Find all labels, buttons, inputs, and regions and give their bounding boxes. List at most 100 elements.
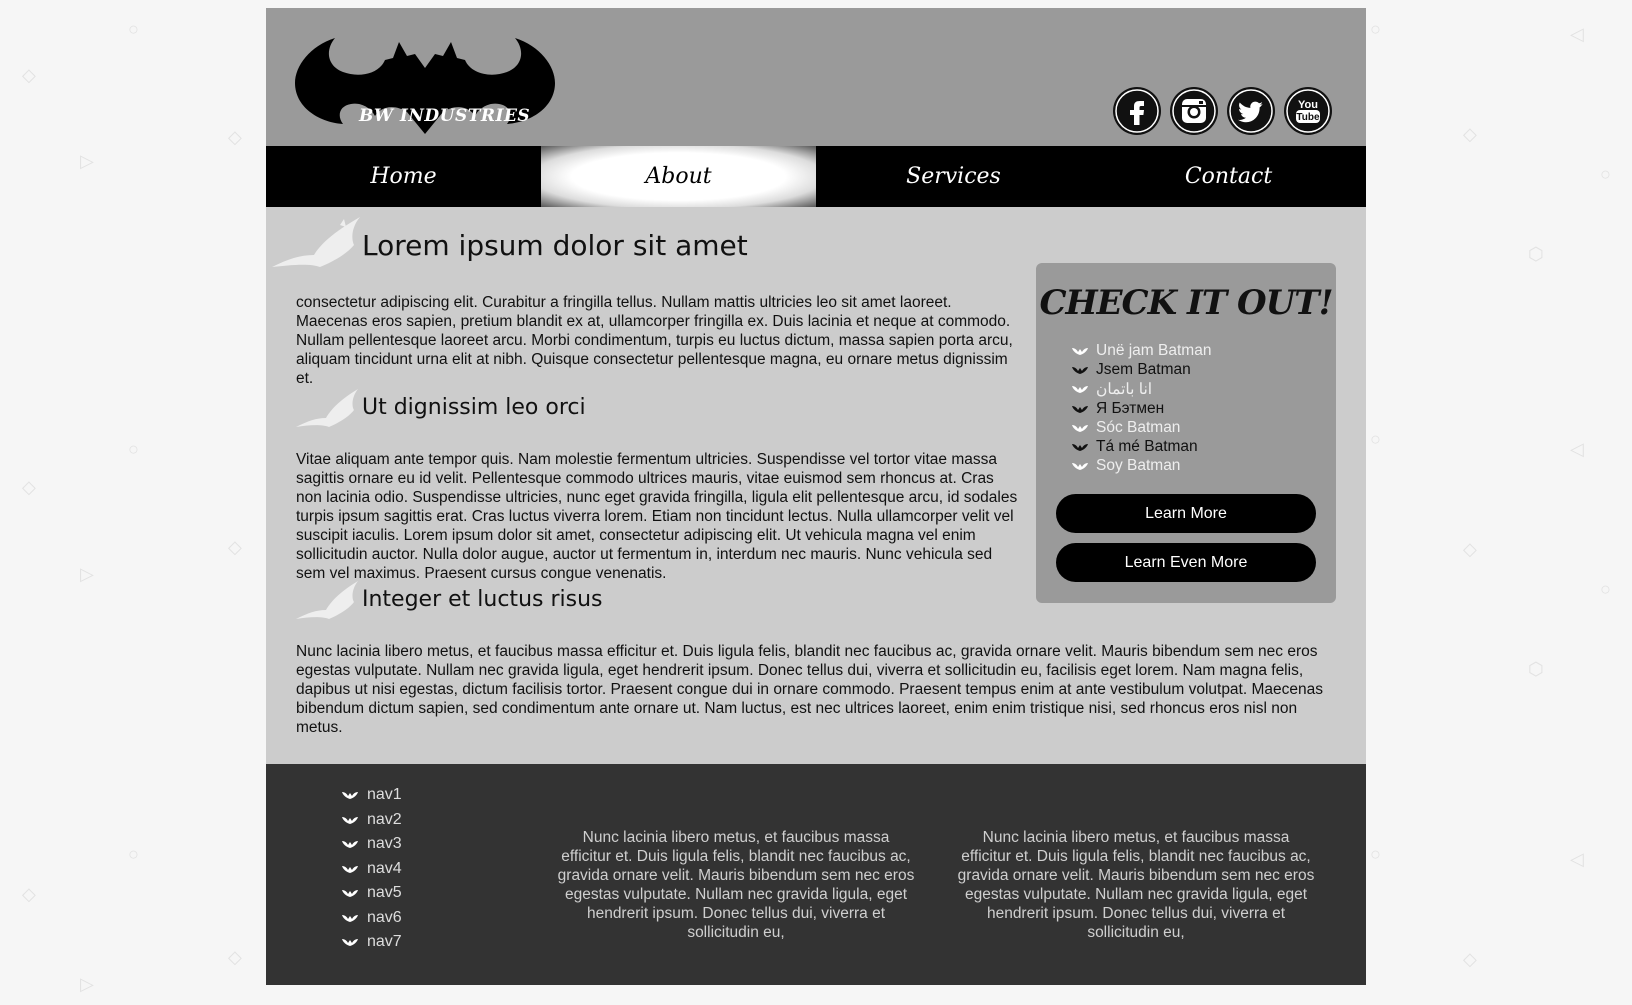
circle-shape: ○ xyxy=(1370,844,1381,864)
list-item: Sóc Batman xyxy=(1072,418,1211,437)
main-content: Lorem ipsum dolor sit amet consectetur a… xyxy=(266,207,1366,763)
bat-bullet-icon xyxy=(1072,405,1088,413)
footer-nav-item[interactable]: nav7 xyxy=(342,930,402,955)
bat-bullet-icon xyxy=(342,816,358,824)
circle-shape: ○ xyxy=(128,19,139,39)
bat-bullet-icon xyxy=(1072,347,1088,355)
nav-home[interactable]: Home xyxy=(266,146,541,207)
circle-shape: ○ xyxy=(1370,19,1381,39)
bat-bullet-icon xyxy=(342,792,358,800)
footer-nav-label: nav3 xyxy=(367,835,402,853)
diamond-shape: ◇ xyxy=(22,884,36,904)
triangle-shape: ▷ xyxy=(80,974,94,994)
footer-nav-item[interactable]: nav2 xyxy=(342,808,402,833)
bat-bullet-icon xyxy=(296,389,358,427)
footer-nav-label: nav5 xyxy=(367,884,402,902)
circle-shape: ○ xyxy=(128,439,139,459)
bat-bullet-icon xyxy=(272,217,360,267)
youtube-label-bottom: Tube xyxy=(1296,112,1320,123)
twitter-icon[interactable] xyxy=(1227,87,1275,135)
instagram-icon[interactable] xyxy=(1170,87,1218,135)
bat-bullet-icon xyxy=(1072,424,1088,432)
footer-text-right: Nunc lacinia libero metus, et faucibus m… xyxy=(957,829,1315,941)
list-item: Tá mé Batman xyxy=(1072,437,1211,456)
list-item: Я Бэтмен xyxy=(1072,399,1211,418)
bat-bullet-icon xyxy=(296,581,358,619)
diamond-shape: ◇ xyxy=(1463,539,1477,559)
circle-shape: ○ xyxy=(1370,429,1381,449)
diamond-shape: ◇ xyxy=(1463,949,1477,969)
site-logo[interactable]: BW INDUSTRIES xyxy=(295,28,555,136)
diamond-shape: ◇ xyxy=(228,537,242,557)
circle-shape: ○ xyxy=(1600,164,1611,184)
bat-bullet-icon xyxy=(342,914,358,922)
hexagon-shape: ⬡ xyxy=(1528,244,1544,264)
intro-paragraph: consectetur adipiscing elit. Curabitur a… xyxy=(296,294,1013,387)
footer-nav-item[interactable]: nav5 xyxy=(342,881,402,906)
section-title: Integer et luctus risus xyxy=(362,587,603,612)
bat-bullet-icon xyxy=(342,890,358,898)
site-footer: nav1 nav2 nav3 nav4 nav5 nav6 nav7 Nunc … xyxy=(266,764,1366,985)
bat-bullet-icon xyxy=(1072,463,1088,471)
footer-nav-label: nav7 xyxy=(367,933,402,951)
main-nav: Home About Services Contact xyxy=(266,146,1366,207)
diamond-shape: ◇ xyxy=(22,65,36,85)
social-links: You Tube xyxy=(1113,87,1332,135)
bat-bullet-icon xyxy=(342,865,358,873)
footer-nav-item[interactable]: nav4 xyxy=(342,857,402,882)
diamond-shape: ◇ xyxy=(228,947,242,967)
bat-bullet-icon xyxy=(1072,366,1088,374)
check-it-out-panel: CHECK IT OUT! Unë jam Batman Jsem Batman… xyxy=(1036,263,1336,603)
footer-nav-label: nav4 xyxy=(367,859,402,877)
nav-contact[interactable]: Contact xyxy=(1091,146,1366,207)
footer-nav-label: nav2 xyxy=(367,810,402,828)
nav-about[interactable]: About xyxy=(541,146,816,207)
footer-nav-item[interactable]: nav3 xyxy=(342,832,402,857)
list-item-label: انا باتمان xyxy=(1096,380,1153,398)
list-item: انا باتمان xyxy=(1072,380,1211,399)
triangle-shape: ▷ xyxy=(80,564,94,584)
section-paragraph: Vitae aliquam ante tempor quis. Nam mole… xyxy=(296,451,1018,582)
list-item-label: Tá mé Batman xyxy=(1096,438,1198,456)
diamond-shape: ◇ xyxy=(22,477,36,497)
hexagon-shape: ⬡ xyxy=(1528,659,1544,679)
learn-more-button[interactable]: Learn More xyxy=(1056,494,1316,533)
list-item: Jsem Batman xyxy=(1072,360,1211,379)
facebook-icon[interactable] xyxy=(1113,87,1161,135)
list-item: Soy Batman xyxy=(1072,457,1211,476)
bat-bullet-icon xyxy=(342,939,358,947)
site-header: BW INDUSTRIES You Tube xyxy=(266,8,1366,146)
batman-language-list: Unë jam Batman Jsem Batman انا باتمان Я … xyxy=(1072,341,1211,476)
footer-nav: nav1 nav2 nav3 nav4 nav5 nav6 nav7 xyxy=(342,783,402,955)
bat-bullet-icon xyxy=(1072,444,1088,452)
triangle-shape: ▷ xyxy=(80,151,94,171)
page-container: BW INDUSTRIES You Tube Home About Servic… xyxy=(266,8,1366,985)
section-title: Ut dignissim leo orci xyxy=(362,395,586,420)
learn-even-more-button[interactable]: Learn Even More xyxy=(1056,543,1316,582)
logo-text: BW INDUSTRIES xyxy=(359,106,531,126)
youtube-label-top: You xyxy=(1298,99,1318,111)
list-item-label: Sóc Batman xyxy=(1096,418,1181,436)
diamond-shape: ◇ xyxy=(228,127,242,147)
footer-nav-label: nav6 xyxy=(367,908,402,926)
list-item: Unë jam Batman xyxy=(1072,341,1211,360)
bat-bullet-icon xyxy=(342,841,358,849)
panel-title: CHECK IT OUT! xyxy=(1039,283,1333,323)
circle-shape: ○ xyxy=(128,844,139,864)
circle-shape: ○ xyxy=(1600,579,1611,599)
youtube-icon[interactable]: You Tube xyxy=(1284,87,1332,135)
nav-services[interactable]: Services xyxy=(816,146,1091,207)
footer-nav-item[interactable]: nav6 xyxy=(342,906,402,931)
triangle-shape: ◁ xyxy=(1570,849,1584,869)
footer-nav-label: nav1 xyxy=(367,786,402,804)
page-title: Lorem ipsum dolor sit amet xyxy=(362,229,748,262)
list-item-label: Unë jam Batman xyxy=(1096,341,1212,359)
diamond-shape: ◇ xyxy=(1463,124,1477,144)
list-item-label: Я Бэтмен xyxy=(1096,399,1165,417)
section-paragraph: Nunc lacinia libero metus, et faucibus m… xyxy=(296,643,1323,736)
triangle-shape: ◁ xyxy=(1570,24,1584,44)
footer-text-left: Nunc lacinia libero metus, et faucibus m… xyxy=(557,829,915,941)
bat-bullet-icon xyxy=(1072,386,1088,394)
list-item-label: Jsem Batman xyxy=(1096,360,1191,378)
footer-nav-item[interactable]: nav1 xyxy=(342,783,402,808)
